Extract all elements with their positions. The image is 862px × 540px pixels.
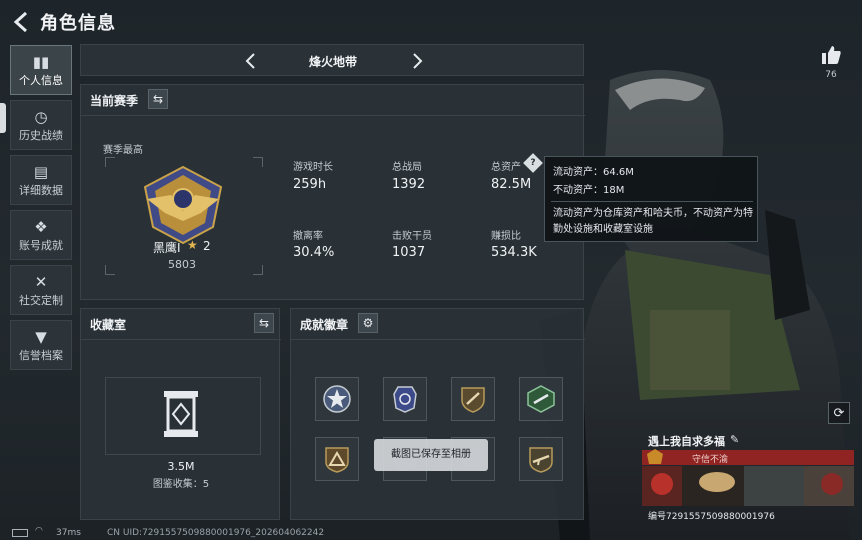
stat-value: 30.4% <box>293 245 335 260</box>
title-emblem-icon <box>647 449 663 464</box>
shield-icon: ▼ <box>35 327 47 346</box>
uid-footer: CN UID:7291557509880001976_202604062242 <box>107 528 325 538</box>
battery-icon <box>12 529 28 537</box>
collection-count: 图鉴收集：5 <box>152 479 210 490</box>
swap-season-button[interactable]: ⇆ <box>148 89 168 109</box>
badge-slot[interactable] <box>383 377 427 421</box>
refresh-icon: ⟳ <box>833 405 845 421</box>
badge-title: 成就徽章 <box>300 318 349 332</box>
star-badge-icon <box>323 385 351 413</box>
history-icon: ◷ <box>34 107 48 126</box>
rank-emblem-icon <box>143 165 223 245</box>
season-best-label: 赛季最高 <box>103 145 143 156</box>
like-count: 76 <box>825 70 837 80</box>
page-title: 角色信息 <box>40 13 116 34</box>
sidebar-notch <box>0 103 6 133</box>
assets-tooltip: 流动资产：64.6M 不动资产：18M 流动资产为仓库资产和哈夫币，不动资产为特… <box>544 156 758 242</box>
season-panel: 当前赛季 ⇆ 赛季最高 黑鹰Ⅰ ★ 2 5803 游戏时长 259h 总战局 1… <box>80 84 585 300</box>
stat-value: 82.5M <box>491 177 532 192</box>
rifle-badge-icon <box>529 447 553 473</box>
badge-slot[interactable] <box>315 437 359 481</box>
medal-icon: ❖ <box>34 217 48 236</box>
profile-card[interactable]: 遇上我自求多福 ✎ 守信不渝 编号7291557509880001976 <box>642 430 854 524</box>
badge-slot[interactable] <box>315 377 359 421</box>
badge-slot[interactable] <box>519 377 563 421</box>
player-title-tag: 守信不渝 <box>692 455 729 465</box>
divider <box>81 339 281 340</box>
badge-slot[interactable] <box>519 437 563 481</box>
triangle-badge-icon <box>325 447 349 473</box>
chevron-right-icon[interactable] <box>407 51 427 71</box>
refresh-button[interactable]: ⟳ <box>828 402 850 424</box>
folder-icon: ▤ <box>33 162 49 181</box>
badge-panel: 成就徽章 ⚙ <box>290 308 585 520</box>
stat-label: 游戏时长 <box>293 162 333 173</box>
sidebar-item-label: 个人信息 <box>19 73 63 87</box>
player-uid: 编号7291557509880001976 <box>648 512 775 522</box>
sidebar-item-social[interactable]: ✕ 社交定制 <box>10 265 72 315</box>
edit-icon[interactable]: ✎ <box>730 433 739 446</box>
gear-icon: ⚙ <box>362 316 374 330</box>
collection-panel: 收藏室 ⇆ 3.5M 图鉴收集：5 <box>80 308 281 520</box>
card-artwork <box>642 466 854 506</box>
tooltip-fixed-assets: 不动资产：18M <box>553 185 625 196</box>
tooltip-liquid-assets: 流动资产：64.6M <box>553 167 634 178</box>
wifi-icon: ◠ <box>35 526 43 536</box>
mode-name: 烽火地带 <box>308 55 357 69</box>
sidebar-item-history[interactable]: ◷ 历史战绩 <box>10 100 72 150</box>
stat-label: 击败干员 <box>392 231 432 242</box>
sidebar-item-label: 详细数据 <box>19 183 63 197</box>
swap-icon: ⇆ <box>258 316 270 330</box>
swap-collection-button[interactable]: ⇆ <box>254 313 274 333</box>
rank-score: 5803 <box>168 258 196 271</box>
sidebar-item-label: 社交定制 <box>19 293 63 307</box>
bar-chart-icon: ▮▮ <box>32 52 50 71</box>
police-badge-icon <box>393 386 417 413</box>
season-title: 当前赛季 <box>90 94 139 108</box>
stat-value: 259h <box>293 177 327 192</box>
mode-selector: 烽火地带 <box>80 44 584 76</box>
ping-text: 37ms <box>56 528 81 538</box>
stat-label: 撤离率 <box>293 231 323 242</box>
stat-value: 1037 <box>392 245 426 260</box>
star-icon: ★ <box>187 238 198 252</box>
sidebar-item-profile[interactable]: ▮▮ 个人信息 <box>10 45 72 95</box>
sidebar-item-label: 账号成就 <box>19 238 63 252</box>
collection-title: 收藏室 <box>90 318 127 332</box>
stat-value: 1392 <box>392 177 426 192</box>
sidebar-item-label: 信誉档案 <box>19 348 63 362</box>
stat-label: 总资产 <box>491 162 521 173</box>
sidebar-item-details[interactable]: ▤ 详细数据 <box>10 155 72 205</box>
thumbs-up-icon[interactable] <box>820 44 842 66</box>
divider <box>291 339 585 340</box>
stat-label: 赚损比 <box>491 231 521 242</box>
badge-settings-button[interactable]: ⚙ <box>358 313 378 333</box>
back-arrow-icon[interactable] <box>10 10 34 34</box>
collection-value: 3.5M <box>167 460 195 473</box>
sidebar-item-label: 历史战绩 <box>19 128 63 142</box>
tools-icon: ✕ <box>34 272 48 291</box>
swap-icon: ⇆ <box>152 92 164 106</box>
stat-label: 总战局 <box>392 162 422 173</box>
gun-badge-icon <box>461 387 485 413</box>
sidebar-item-reputation[interactable]: ▼ 信誉档案 <box>10 320 72 370</box>
title-banner <box>642 450 854 465</box>
help-icon[interactable]: ? <box>523 153 543 173</box>
green-gun-badge-icon <box>527 385 555 413</box>
screenshot-toast: 截图已保存至相册 <box>374 439 488 471</box>
divider <box>81 115 585 116</box>
sidebar-item-achievements[interactable]: ❖ 账号成就 <box>10 210 72 260</box>
tooltip-description: 流动资产为仓库资产和哈夫币，不动资产为特勤处设施和收藏室设施 <box>553 208 753 235</box>
player-name: 遇上我自求多福 <box>648 435 725 448</box>
rank-name: 黑鹰Ⅰ <box>153 241 181 255</box>
stat-value: 534.3K <box>491 245 537 260</box>
rank-level: 2 <box>203 239 211 253</box>
display-case-icon <box>164 391 198 437</box>
divider <box>551 201 753 202</box>
badge-slot[interactable] <box>451 377 495 421</box>
